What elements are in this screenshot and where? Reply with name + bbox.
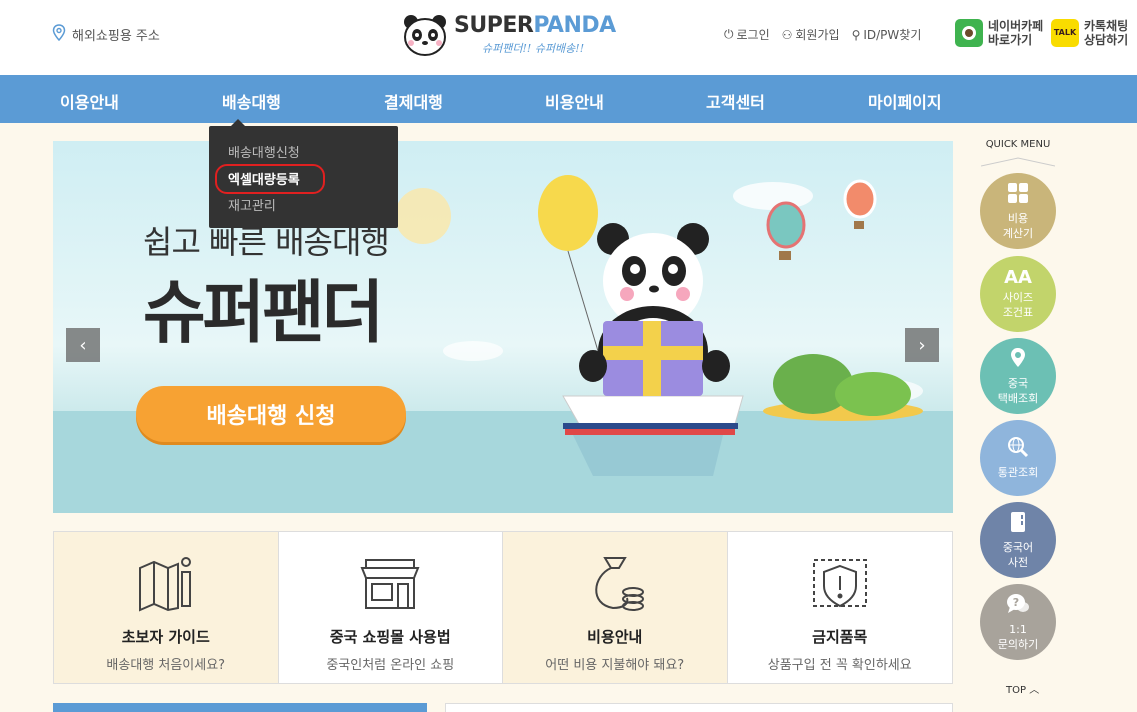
quick-menu-divider [981,157,1055,167]
store-icon [360,559,420,609]
bottom-section-box [445,703,953,712]
kakao-talk-icon: TALK [1051,19,1079,47]
logo[interactable]: SUPERPANDA 슈퍼팬더!! 슈퍼배송!! [402,10,616,58]
quick-menu-chinese-dictionary[interactable]: 중국어 사전 [980,502,1056,578]
naver-cafe-label-1: 네이버카페 [988,19,1044,33]
quick-menu-label: 비용 계산기 [1002,211,1034,240]
quick-menu-label: 중국 택배조회 [997,376,1039,405]
nav-item-guide[interactable]: 이용안내 [60,89,119,113]
panda-logo-icon [404,15,446,56]
main-nav: 이용안내 배송대행 결제대행 비용안내 고객센터 마이페이지 [0,75,1137,123]
login-link[interactable]: ⏻ 로그인 [724,26,770,43]
nav-item-shipping[interactable]: 배송대행 [222,89,281,113]
quick-menu-inquiry[interactable]: ? 1:1 문의하기 [980,584,1056,660]
login-label: 로그인 [736,28,770,42]
signup-label: 회원가입 [795,28,840,42]
map-info-icon [138,557,191,612]
naver-cafe-link[interactable]: 네이버카페 바로가기 [955,19,1043,47]
top-label: TOP [1006,685,1027,696]
scroll-top-button[interactable]: TOP ︿ [1006,681,1039,696]
header: 해외쇼핑용 주소 SUPERPANDA 슈퍼팬더!! 슈퍼배송!! ⏻ 로그인 ⚇… [0,0,1137,75]
banner-next-button[interactable]: › [905,328,939,362]
shield-warning-icon [812,559,867,608]
logo-title-panda: PANDA [533,12,616,38]
kakao-chat-label-1: 카톡채팅 [1084,19,1129,33]
quick-menu-label: 통관조회 [997,466,1039,479]
highlight-annotation [215,164,325,194]
quick-menu-title: QUICK MENU [985,139,1051,150]
find-id-pw-label: ID/PW찾기 [863,28,922,42]
signup-link[interactable]: ⚇ 회원가입 [782,26,840,43]
naver-cafe-icon [955,19,983,47]
quick-menu-china-tracking[interactable]: 중국 택배조회 [980,338,1056,414]
power-icon: ⏻ [724,27,734,41]
kakao-chat-label-2: 상담하기 [1084,33,1129,47]
quick-menu-customs-lookup[interactable]: 통관조회 [980,420,1056,496]
nav-item-payment[interactable]: 결제대행 [384,89,443,113]
feature-desc: 어떤 비용 지불해야 돼요? [545,658,685,673]
menu-item-shipping-request[interactable]: 배송대행신청 [228,142,300,161]
globe-search-icon [1007,436,1029,463]
account-links: ⏻ 로그인 ⚇ 회원가입 ⚲ ID/PW찾기 [724,26,921,43]
feature-title: 금지품목 [812,628,868,646]
location-pin-icon [1009,347,1027,374]
feature-title: 비용안내 [587,628,643,646]
search-icon: ⚲ [851,27,861,42]
naver-cafe-label-2: 바로가기 [988,33,1033,47]
money-bag-icon [595,557,644,611]
feature-title: 초보자 가이드 [121,628,210,646]
feature-card-pricing[interactable]: 비용안내 어떤 비용 지불해야 돼요? [503,532,728,683]
nav-item-support[interactable]: 고객센터 [706,89,765,113]
logo-slogan: 슈퍼팬더!! 슈퍼배송!! [482,41,585,55]
feature-desc: 중국인처럼 온라인 쇼핑 [326,658,455,673]
banner-title: 슈퍼팬더 [143,274,384,353]
banner-prev-button[interactable]: ‹ [66,328,100,362]
feature-card-beginner-guide[interactable]: 초보자 가이드 배송대행 처음이세요? [54,532,279,683]
nav-item-pricing[interactable]: 비용안내 [545,89,604,113]
location-pin-icon [52,24,66,45]
book-icon [1009,511,1027,538]
quick-menu-label: 중국어 사전 [1002,540,1034,569]
quick-menu-label: 사이즈 조건표 [1002,291,1034,319]
feature-title: 중국 쇼핑몰 사용법 [329,628,451,646]
hero-banner: 쉽고 빠른 배송대행 슈퍼팬더 배송대행 신청 [53,141,953,513]
kakao-chat-link[interactable]: TALK 카톡채팅 상담하기 [1051,19,1128,47]
chevron-left-icon: ‹ [79,334,87,356]
find-id-pw-link[interactable]: ⚲ ID/PW찾기 [852,26,922,43]
chevron-up-icon: ︿ [1029,685,1040,696]
overseas-address-label: 해외쇼핑용 주소 [72,29,160,44]
feature-card-prohibited-items[interactable]: 금지품목 상품구입 전 꼭 확인하세요 [727,532,952,683]
quick-menu-size-chart[interactable]: AA 사이즈 조건표 [980,256,1056,332]
feature-card-shopping-mall-guide[interactable]: 중국 쇼핑몰 사용법 중국인처럼 온라인 쇼핑 [278,532,503,683]
chat-question-icon: ? [1006,593,1030,620]
bottom-section-bar [53,703,427,712]
logo-title-super: SUPER [454,12,534,38]
size-chart-icon: AA [1004,267,1032,288]
menu-item-inventory[interactable]: 재고관리 [228,195,276,214]
shipping-dropdown-menu: 배송대행신청 엑셀대량등록 재고관리 [209,119,398,228]
chevron-right-icon: › [918,334,926,356]
calculator-icon [1007,182,1029,209]
feature-desc: 상품구입 전 꼭 확인하세요 [767,658,912,673]
feature-cards: 초보자 가이드 배송대행 처음이세요? 중국 쇼핑몰 사용법 중국인처럼 온라인… [53,531,953,684]
shipping-request-cta-button[interactable]: 배송대행 신청 [136,386,406,442]
feature-desc: 배송대행 처음이세요? [106,658,226,673]
quick-menu-cost-calculator[interactable]: 비용 계산기 [980,173,1056,249]
quick-menu-label: 1:1 문의하기 [997,622,1039,651]
nav-item-mypage[interactable]: 마이페이지 [868,89,942,113]
user-add-icon: ⚇ [781,27,793,42]
overseas-address-link[interactable]: 해외쇼핑용 주소 [52,24,160,45]
